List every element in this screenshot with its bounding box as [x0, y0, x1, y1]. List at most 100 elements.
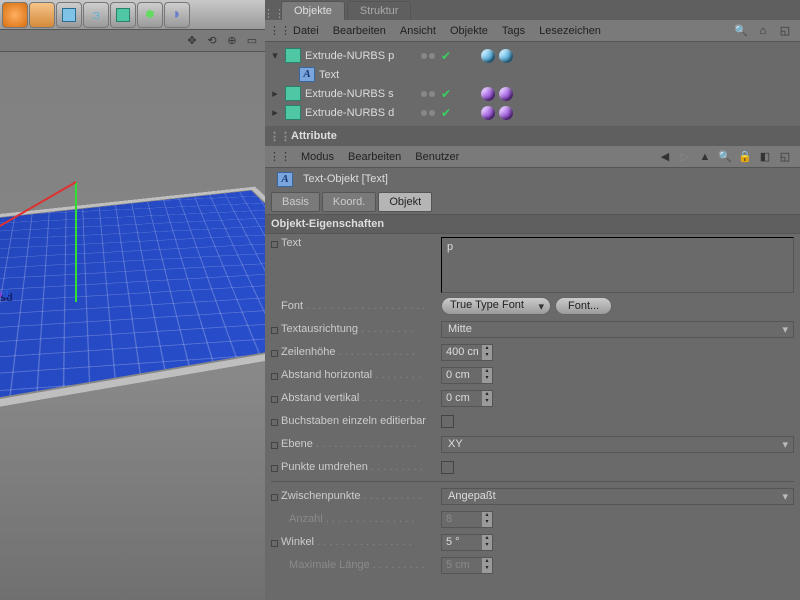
- tool-clapper-icon[interactable]: [29, 2, 55, 28]
- menu-mode[interactable]: Modus: [301, 151, 334, 163]
- tree-item-label: Extrude-NURBS s: [305, 88, 415, 100]
- tree-row-extrude-s[interactable]: ▸ Extrude-NURBS s ✔: [265, 84, 800, 103]
- tab-coord[interactable]: Koord.: [322, 192, 376, 212]
- font-type-combo[interactable]: True Type Font: [441, 297, 551, 315]
- panel-menu-icon[interactable]: ⋮⋮: [273, 24, 287, 38]
- section-object-properties: Objekt-Eigenschaften: [265, 214, 800, 234]
- objects-menubar: ⋮⋮ Datei Bearbeiten Ansicht Objekte Tags…: [265, 20, 800, 42]
- spin-icon[interactable]: ▴▾: [482, 391, 492, 406]
- popup-icon[interactable]: ◱: [778, 24, 792, 38]
- 3d-viewport[interactable]: s d: [0, 52, 265, 600]
- label-align: Textausrichtung . . . . . . . . .: [271, 323, 441, 335]
- menu-bookmarks[interactable]: Lesezeichen: [539, 25, 601, 37]
- material-tag-icon[interactable]: [499, 106, 513, 120]
- up-icon[interactable]: ▲: [698, 150, 712, 164]
- spin-icon[interactable]: ▴▾: [482, 368, 492, 383]
- interp-dropdown[interactable]: Angepaßt: [441, 488, 794, 505]
- text-icon: A: [299, 67, 315, 82]
- label-editable: Buchstaben einzeln editierbar: [271, 415, 441, 427]
- text-textarea[interactable]: [441, 237, 794, 293]
- tree-item-label: Extrude-NURBS p: [305, 50, 415, 62]
- label-hspace: Abstand horizontal . . . . . . . .: [271, 369, 441, 381]
- lock-icon[interactable]: 🔒: [738, 150, 752, 164]
- tree-row-text[interactable]: A Text: [279, 65, 800, 84]
- grip-icon[interactable]: ⋮⋮: [273, 130, 287, 143]
- tree-item-label: Text: [319, 69, 429, 81]
- menu-objects[interactable]: Objekte: [450, 25, 488, 37]
- attribute-menubar: ⋮⋮ Modus Bearbeiten Benutzer ◀ ▷ ▲ 🔍 🔒 ◧…: [265, 146, 800, 168]
- material-tag-icon[interactable]: [481, 106, 495, 120]
- selected-object-row: A Text-Objekt [Text]: [265, 168, 800, 190]
- spin-icon: ▴▾: [482, 512, 492, 527]
- tool-animate-icon[interactable]: [2, 2, 28, 28]
- align-dropdown[interactable]: Mitte: [441, 321, 794, 338]
- main-toolbar: ဒ ✽ ◗: [0, 0, 265, 30]
- flip-checkbox[interactable]: [441, 461, 454, 474]
- label-count: Anzahl . . . . . . . . . . . . . . .: [271, 513, 441, 525]
- spin-icon[interactable]: ▴▾: [482, 345, 492, 360]
- tree-row-extrude-p[interactable]: ▾ Extrude-NURBS p ✔: [265, 46, 800, 65]
- nurbs-icon: [285, 86, 301, 101]
- nurbs-icon: [285, 105, 301, 120]
- label-maxlen: Maximale Länge . . . . . . . . .: [271, 559, 441, 571]
- rotate-icon[interactable]: ⟲: [205, 34, 219, 48]
- material-tag-icon[interactable]: [481, 49, 495, 63]
- new-icon[interactable]: ◧: [758, 150, 772, 164]
- object-tree[interactable]: ▾ Extrude-NURBS p ✔ A Text ▸ Extrude-NUR…: [265, 42, 800, 126]
- tab-basis[interactable]: Basis: [271, 192, 320, 212]
- material-tag-icon[interactable]: [481, 87, 495, 101]
- popup-icon[interactable]: ◱: [778, 150, 792, 164]
- menu-view[interactable]: Ansicht: [400, 25, 436, 37]
- enabled-check-icon[interactable]: ✔: [441, 49, 451, 63]
- tab-object[interactable]: Objekt: [378, 192, 432, 212]
- attribute-panel-header: ⋮⋮ Attribute: [265, 126, 800, 146]
- prev-icon[interactable]: ◀: [658, 150, 672, 164]
- menu-user[interactable]: Benutzer: [415, 151, 459, 163]
- material-tag-icon[interactable]: [499, 49, 513, 63]
- search-icon[interactable]: 🔍: [718, 150, 732, 164]
- tree-row-extrude-d[interactable]: ▸ Extrude-NURBS d ✔: [265, 103, 800, 122]
- enabled-check-icon[interactable]: ✔: [441, 106, 451, 120]
- spin-icon[interactable]: ▴▾: [482, 535, 492, 550]
- expand-icon[interactable]: ▸: [269, 106, 281, 119]
- tool-deform-icon[interactable]: ◗: [164, 2, 190, 28]
- tool-array-icon[interactable]: ✽: [137, 2, 163, 28]
- menu-edit[interactable]: Bearbeiten: [333, 25, 386, 37]
- label-font: Font . . . . . . . . . . . . . . . . . .…: [271, 300, 441, 312]
- home-icon[interactable]: ⌂: [756, 24, 770, 38]
- zoom-icon[interactable]: ⊕: [225, 34, 239, 48]
- tool-spline-icon[interactable]: ဒ: [83, 2, 109, 28]
- grip-icon[interactable]: ⋮⋮: [267, 7, 281, 20]
- editable-checkbox[interactable]: [441, 415, 454, 428]
- text-preview: s d: [0, 292, 13, 304]
- nurbs-icon: [285, 48, 301, 63]
- font-browse-button[interactable]: Font...: [555, 297, 612, 315]
- tab-objects[interactable]: Objekte: [281, 1, 345, 20]
- next-icon[interactable]: ▷: [678, 150, 692, 164]
- enabled-check-icon[interactable]: ✔: [441, 87, 451, 101]
- expand-icon[interactable]: ▾: [269, 49, 281, 62]
- menu-file[interactable]: Datei: [293, 25, 319, 37]
- move-icon[interactable]: ✥: [185, 34, 199, 48]
- tab-structure[interactable]: Struktur: [347, 1, 412, 20]
- text-icon: A: [277, 172, 293, 187]
- attribute-title: Attribute: [291, 130, 337, 142]
- plane-dropdown[interactable]: XY: [441, 436, 794, 453]
- tree-item-label: Extrude-NURBS d: [305, 107, 415, 119]
- label-lineheight: Zeilenhöhe . . . . . . . . . . . . .: [271, 346, 441, 358]
- tool-nurbs-icon[interactable]: [110, 2, 136, 28]
- material-tag-icon[interactable]: [499, 87, 513, 101]
- spin-icon: ▴▾: [482, 558, 492, 573]
- menu-tags[interactable]: Tags: [502, 25, 525, 37]
- menu-edit[interactable]: Bearbeiten: [348, 151, 401, 163]
- property-tabs: Basis Koord. Objekt: [265, 190, 800, 214]
- label-interp: Zwischenpunkte . . . . . . . . . .: [271, 490, 441, 502]
- label-text: Text: [271, 237, 441, 249]
- tool-cube-icon[interactable]: [56, 2, 82, 28]
- label-plane: Ebene . . . . . . . . . . . . . . . . .: [271, 438, 441, 450]
- search-icon[interactable]: 🔍: [734, 24, 748, 38]
- label-flip: Punkte umdrehen . . . . . . . . .: [271, 461, 441, 473]
- panel-menu-icon[interactable]: ⋮⋮: [273, 150, 287, 164]
- expand-icon[interactable]: ▭: [245, 34, 259, 48]
- expand-icon[interactable]: ▸: [269, 87, 281, 100]
